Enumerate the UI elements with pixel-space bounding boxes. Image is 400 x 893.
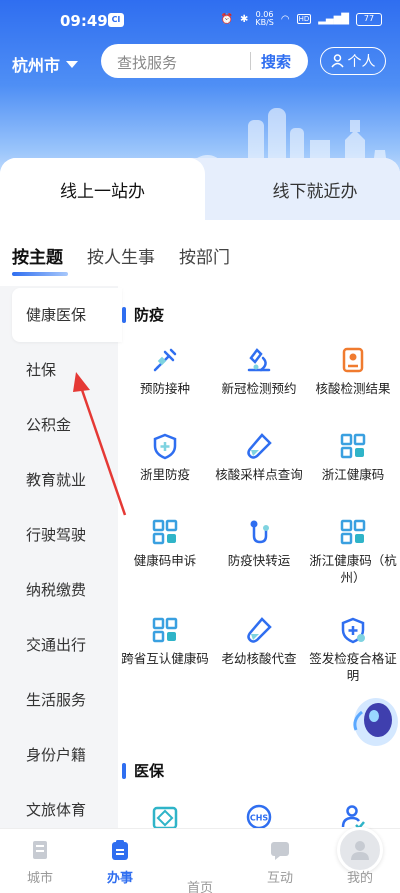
service-label: 核酸检测结果 <box>315 381 391 396</box>
route-icon <box>250 520 269 544</box>
subtab-by-life-event[interactable]: 按人生事 <box>87 243 155 268</box>
top-bar: 杭州市 查找服务 搜索 个人 <box>0 44 400 80</box>
nav-home-spacer <box>160 839 240 877</box>
tab-offline[interactable]: 线下就近办 <box>190 158 400 220</box>
main-panel: 线下就近办 线上一站办 按主题 按人生事 按部门 健康医保 社保 公积金 教育就… <box>0 158 400 893</box>
city-icon <box>33 841 47 859</box>
main-tabs: 线下就近办 线上一站办 <box>0 158 400 220</box>
microscope-icon <box>247 348 271 372</box>
qr-code-icon <box>152 519 178 545</box>
search-placeholder: 查找服务 <box>117 54 178 72</box>
tab-online-label: 线上一站办 <box>60 181 145 202</box>
signal-icon: ▂▄▆█ <box>318 13 349 25</box>
section-bar <box>122 762 126 779</box>
service-nucleic-result[interactable]: 核酸检测结果 <box>306 346 400 397</box>
personal-label: 个人 <box>347 54 376 70</box>
net-speed-unit: KB/S <box>255 18 274 27</box>
service-sampling-point-query[interactable]: 核酸采样点查询 <box>212 432 306 483</box>
section-title-text: 防疫 <box>134 306 165 324</box>
svg-text:CHS: CHS <box>250 814 269 823</box>
annotation-arrow <box>73 372 127 516</box>
nav-mine[interactable]: 我的 <box>320 839 400 886</box>
test-tube-icon <box>247 433 272 459</box>
bottom-nav: 城市 办事 首页 互动 我的 <box>0 827 400 893</box>
chat-icon <box>271 842 289 860</box>
status-time: 09:49 <box>60 12 108 30</box>
clipboard-icon <box>112 840 128 860</box>
service-label: 浙江健康码 <box>321 467 385 482</box>
syringe-icon <box>153 348 177 372</box>
nav-city[interactable]: 城市 <box>0 839 80 886</box>
section-title-text: 医保 <box>134 762 165 780</box>
nav-label: 互动 <box>266 871 293 886</box>
service-label: 健康码申诉 <box>133 553 197 568</box>
subtab-by-theme[interactable]: 按主题 <box>12 243 68 276</box>
profile-icon <box>351 841 369 860</box>
shield-check-icon <box>341 617 365 644</box>
chs-icon: CHS <box>246 804 272 830</box>
search-button[interactable]: 搜索 <box>261 51 291 72</box>
qr-code-icon <box>340 519 366 545</box>
report-icon <box>342 347 364 373</box>
service-health-code-appeal[interactable]: 健康码申诉 <box>118 518 212 569</box>
sub-tabs: 按主题 按人生事 按部门 <box>12 240 230 276</box>
medical-card-icon <box>152 806 178 830</box>
hd-icon: HD <box>296 14 312 24</box>
subtab-by-department[interactable]: 按部门 <box>179 243 230 268</box>
test-tube-icon <box>247 617 272 643</box>
search-input[interactable]: 查找服务 搜索 <box>101 44 308 78</box>
personal-button[interactable]: 个人 <box>320 47 386 75</box>
service-chs[interactable]: CHS <box>212 803 306 831</box>
service-zhejiang-health-code[interactable]: 浙江健康码 <box>306 432 400 483</box>
net-speed: 0.06 KB/S <box>255 11 274 27</box>
nav-services[interactable]: 办事 <box>80 839 160 886</box>
section-title-epidemic: 防疫 <box>122 304 164 325</box>
qr-code-icon <box>152 617 178 643</box>
service-medical-card[interactable] <box>118 803 212 831</box>
nav-label: 我的 <box>346 871 373 886</box>
service-cross-province-code[interactable]: 跨省互认健康码 <box>118 616 212 667</box>
service-label: 防疫快转运 <box>227 553 291 568</box>
service-label: 浙江健康码（杭州） <box>309 553 397 585</box>
status-icons: ⏰ ✱ 0.06 KB/S ◠ HD ▂▄▆█ 77 <box>220 11 382 27</box>
sidebar-item-transport[interactable]: 交通出行 <box>0 618 118 672</box>
city-label: 杭州市 <box>12 56 61 75</box>
tab-online[interactable]: 线上一站办 <box>0 158 205 220</box>
bluetooth-icon: ✱ <box>239 13 249 25</box>
wifi-icon: ◠ <box>280 13 290 25</box>
user-icon <box>330 54 344 68</box>
service-covid-test-booking[interactable]: 新冠检测预约 <box>212 346 306 397</box>
shield-plus-icon <box>153 433 177 460</box>
battery-icon: 77 <box>356 12 382 26</box>
service-quarantine-certificate[interactable]: 签发检疫合格证明 <box>306 616 400 684</box>
sidebar-item-health[interactable]: 健康医保 <box>12 288 122 342</box>
search-divider <box>250 52 251 70</box>
assistant-float-icon[interactable] <box>348 690 400 750</box>
service-label: 新冠检测预约 <box>221 381 297 396</box>
nav-home[interactable]: 首页 <box>160 827 383 893</box>
tab-offline-label: 线下就近办 <box>272 181 358 202</box>
sidebar-item-living[interactable]: 生活服务 <box>0 673 118 727</box>
section-title-medical-insurance: 医保 <box>122 760 164 781</box>
service-epidemic-transfer[interactable]: 防疫快转运 <box>212 518 306 569</box>
service-label: 签发检疫合格证明 <box>309 651 397 683</box>
qr-code-icon <box>340 433 366 459</box>
sidebar-item-tax[interactable]: 纳税缴费 <box>0 563 118 617</box>
status-bar: 09:49 CI ⏰ ✱ 0.06 KB/S ◠ HD ▂▄▆█ 77 <box>0 0 400 40</box>
sidebar-item-identity[interactable]: 身份户籍 <box>0 728 118 782</box>
service-label: 老幼核酸代查 <box>221 651 297 666</box>
nav-label: 首页 <box>186 881 213 893</box>
chevron-down-icon <box>66 60 79 68</box>
service-elderly-child-test[interactable]: 老幼核酸代查 <box>212 616 306 667</box>
app-badge: CI <box>108 13 124 27</box>
alarm-icon: ⏰ <box>220 13 233 25</box>
nav-label: 办事 <box>106 871 133 886</box>
nav-label: 城市 <box>26 871 53 886</box>
service-label: 跨省互认健康码 <box>121 651 209 666</box>
section-bar <box>122 306 126 323</box>
nav-interact[interactable]: 互动 <box>240 839 320 886</box>
service-health-code-hangzhou[interactable]: 浙江健康码（杭州） <box>306 518 400 586</box>
service-label: 核酸采样点查询 <box>215 467 303 482</box>
city-selector[interactable]: 杭州市 <box>12 52 79 76</box>
